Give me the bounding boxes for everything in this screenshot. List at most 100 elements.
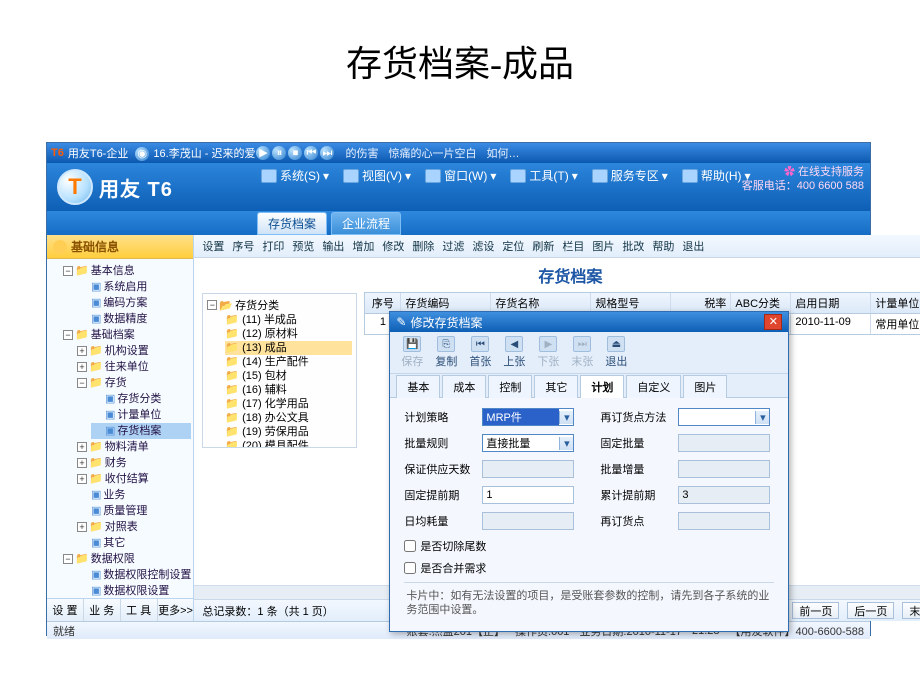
dialog-tab-3[interactable]: 其它 xyxy=(534,375,578,398)
toolbar-退出[interactable]: 退出 xyxy=(682,238,704,254)
dialog-tool-first[interactable]: ⏮首张 xyxy=(466,336,494,369)
category-item[interactable]: 📁(16) 辅料 xyxy=(225,383,352,397)
pager-next-button[interactable]: 后一页 xyxy=(847,602,894,619)
collapse-icon[interactable]: − xyxy=(63,330,73,340)
dialog-tab-2[interactable]: 控制 xyxy=(488,375,532,398)
category-item[interactable]: 📁(13) 成品 xyxy=(225,341,352,355)
input-supply-days[interactable] xyxy=(482,460,574,478)
dialog-tool-prev[interactable]: ◀上张 xyxy=(500,336,528,369)
toolbar-栏目[interactable]: 栏目 xyxy=(562,238,584,254)
toolbar-帮助[interactable]: 帮助 xyxy=(652,238,674,254)
tree-node[interactable]: −📁基础档案 xyxy=(63,327,191,343)
dialog-titlebar[interactable]: ✎修改存货档案 ✕ xyxy=(390,312,788,332)
combo-batch-rule[interactable]: 直接批量▾ xyxy=(482,434,574,452)
checkbox-merge-demand[interactable]: 是否合并需求 xyxy=(404,560,774,576)
input-fixed-lead[interactable] xyxy=(482,486,574,504)
tree-node[interactable]: ▣数据权限控制设置 xyxy=(77,567,191,583)
player-controls[interactable]: ▶⏸⏹⏮⏭ xyxy=(255,146,335,160)
toolbar-过滤[interactable]: 过滤 xyxy=(442,238,464,254)
tree-node[interactable]: ▣存货档案 xyxy=(91,423,191,439)
module-tab[interactable]: 存货档案 xyxy=(257,212,327,235)
grid-col-header[interactable]: 序号 xyxy=(365,293,401,313)
collapse-icon[interactable]: − xyxy=(77,378,87,388)
tree-node[interactable]: +📁往来单位 xyxy=(77,359,191,375)
category-item[interactable]: 📁(12) 原材料 xyxy=(225,327,352,341)
toolbar-图片[interactable]: 图片 xyxy=(592,238,614,254)
module-tab[interactable]: 企业流程 xyxy=(331,212,401,235)
chevron-down-icon[interactable]: ▾ xyxy=(755,411,769,424)
toolbar-修改[interactable]: 修改 xyxy=(382,238,404,254)
sidebar-bottom-tab[interactable]: 更多>> xyxy=(158,599,194,621)
tree-node[interactable]: ▣计量单位 xyxy=(91,407,191,423)
tree-node[interactable]: ▣质量管理 xyxy=(77,503,191,519)
input-reorder-point[interactable] xyxy=(678,512,770,530)
dialog-tool-copy[interactable]: ⎘复制 xyxy=(432,336,460,369)
tree-node[interactable]: −📁数据权限 xyxy=(63,551,191,567)
menu-system[interactable]: 系统(S)▾ xyxy=(261,167,329,184)
chevron-down-icon[interactable]: ▾ xyxy=(559,411,573,424)
input-batch-inc[interactable] xyxy=(678,460,770,478)
input-fixed-batch[interactable] xyxy=(678,434,770,452)
toolbar-设置[interactable]: 设置 xyxy=(202,238,224,254)
tree-node[interactable]: −📁存货 xyxy=(77,375,191,391)
toolbar-预览[interactable]: 预览 xyxy=(292,238,314,254)
toolbar-刷新[interactable]: 刷新 xyxy=(532,238,554,254)
grid-col-header[interactable]: 税率 xyxy=(671,293,731,313)
collapse-icon[interactable]: − xyxy=(207,300,217,310)
grid-col-header[interactable]: 规格型号 xyxy=(591,293,671,313)
tree-node[interactable]: ▣编码方案 xyxy=(77,295,191,311)
category-item[interactable]: 📁(15) 包材 xyxy=(225,369,352,383)
dialog-tab-4[interactable]: 计划 xyxy=(580,375,624,398)
close-button[interactable]: ✕ xyxy=(764,314,782,330)
tree-node[interactable]: ▣系统启用 xyxy=(77,279,191,295)
pager-last-button[interactable]: 末页 xyxy=(902,602,920,619)
tree-node[interactable]: +📁物料清单 xyxy=(77,439,191,455)
category-tree[interactable]: −📂存货分类 📁(11) 半成品📁(12) 原材料📁(13) 成品📁(14) 生… xyxy=(202,293,357,448)
checkbox-trim-tail[interactable]: 是否切除尾数 xyxy=(404,538,774,554)
chevron-down-icon[interactable]: ▾ xyxy=(559,437,573,450)
combo-plan-strategy[interactable]: MRP件▾ xyxy=(482,408,574,426)
tree-node[interactable]: +📁对照表 xyxy=(77,519,191,535)
tree-node[interactable]: ▣业务 xyxy=(77,487,191,503)
dialog-tab-6[interactable]: 图片 xyxy=(683,375,727,398)
sidebar-bottom-tab[interactable]: 设 置 xyxy=(47,599,84,621)
menu-window[interactable]: 窗口(W)▾ xyxy=(425,167,496,184)
expand-icon[interactable]: + xyxy=(77,362,87,372)
toolbar-输出[interactable]: 输出 xyxy=(322,238,344,254)
input-accum-lead[interactable] xyxy=(678,486,770,504)
grid-col-header[interactable]: 存货编码 xyxy=(401,293,491,313)
category-item[interactable]: 📁(11) 半成品 xyxy=(225,313,352,327)
expand-icon[interactable]: + xyxy=(77,522,87,532)
toolbar-定位[interactable]: 定位 xyxy=(502,238,524,254)
combo-reorder-method[interactable]: ▾ xyxy=(678,408,770,426)
toolbar-打印[interactable]: 打印 xyxy=(262,238,284,254)
category-item[interactable]: 📁(19) 劳保用品 xyxy=(225,425,352,439)
tree-node[interactable]: +📁收付结算 xyxy=(77,471,191,487)
tree-node[interactable]: +📁机构设置 xyxy=(77,343,191,359)
tree-node[interactable]: ▣数据权限设置 xyxy=(77,583,191,598)
tree-node[interactable]: +📁财务 xyxy=(77,455,191,471)
grid-col-header[interactable]: 计量单位组 xyxy=(871,293,920,313)
menu-tool[interactable]: 工具(T)▾ xyxy=(510,167,577,184)
menu-help[interactable]: 帮助(H)▾ xyxy=(682,167,751,184)
input-daily-consume[interactable] xyxy=(482,512,574,530)
toolbar-批改[interactable]: 批改 xyxy=(622,238,644,254)
category-item[interactable]: 📁(17) 化学用品 xyxy=(225,397,352,411)
pager-prev-button[interactable]: 前一页 xyxy=(792,602,839,619)
toolbar-滤设[interactable]: 滤设 xyxy=(472,238,494,254)
category-item[interactable]: 📁(20) 模具配件 xyxy=(225,439,352,448)
expand-icon[interactable]: + xyxy=(77,474,87,484)
dialog-tab-0[interactable]: 基本 xyxy=(396,375,440,398)
tree-node[interactable]: ▣数据精度 xyxy=(77,311,191,327)
expand-icon[interactable]: + xyxy=(77,346,87,356)
toolbar-序号[interactable]: 序号 xyxy=(232,238,254,254)
nav-tree[interactable]: −📁基本信息▣系统启用▣编码方案▣数据精度−📁基础档案+📁机构设置+📁往来单位−… xyxy=(47,259,193,598)
tree-node[interactable]: ▣存货分类 xyxy=(91,391,191,407)
collapse-icon[interactable]: − xyxy=(63,554,73,564)
menu-service[interactable]: 服务专区▾ xyxy=(592,167,668,184)
grid-col-header[interactable]: 启用日期 xyxy=(791,293,871,313)
expand-icon[interactable]: + xyxy=(77,442,87,452)
toolbar-增加[interactable]: 增加 xyxy=(352,238,374,254)
dialog-tool-exit[interactable]: ⏏退出 xyxy=(602,336,630,369)
sidebar-bottom-tab[interactable]: 工 具 xyxy=(121,599,158,621)
